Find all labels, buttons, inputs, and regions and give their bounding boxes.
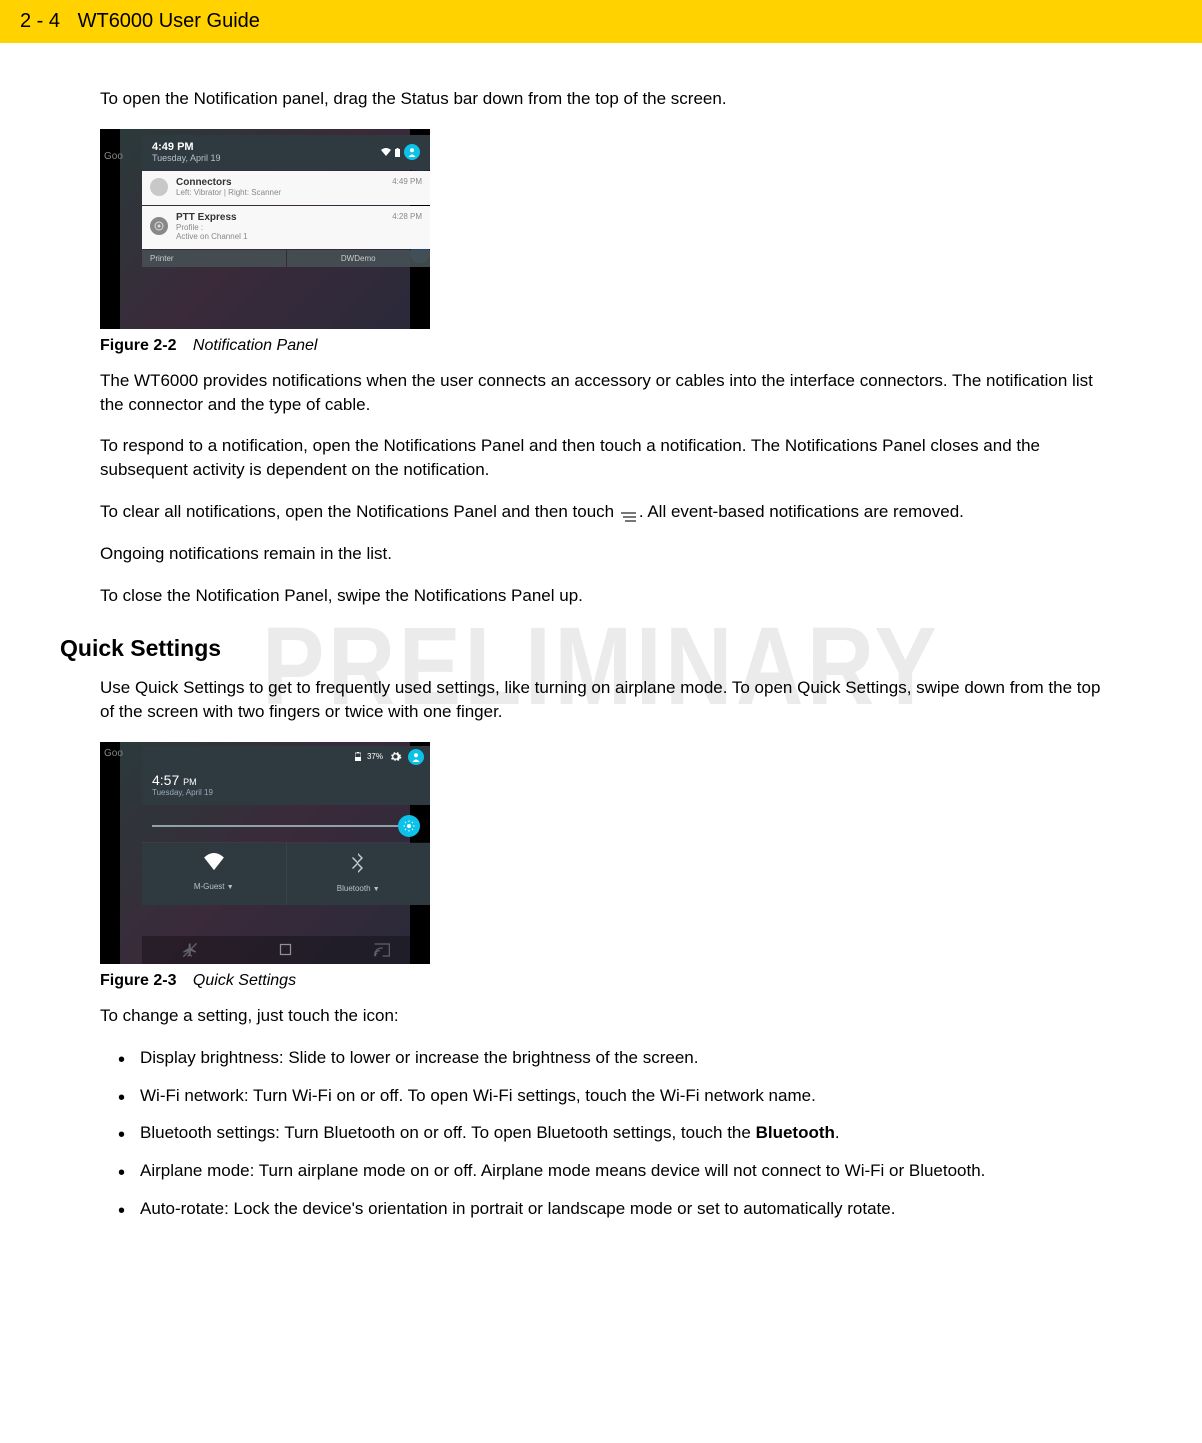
figure-number: Figure 2-2 <box>100 337 176 354</box>
left-edge-text: Goo <box>104 748 123 759</box>
section-title: Quick Settings <box>60 635 1142 662</box>
notif-subtitle: Active on Channel 1 <box>176 232 248 241</box>
list-item: Wi-Fi network: Turn Wi-Fi on or off. To … <box>140 1084 1102 1108</box>
notif-timestamp: 4:49 PM <box>392 177 422 186</box>
notif-title: Connectors <box>176 177 281 188</box>
paragraph: Use Quick Settings to get to frequently … <box>100 676 1102 724</box>
notification-icon <box>150 178 168 196</box>
chevron-down-icon: ▼ <box>227 884 234 891</box>
text: To clear all notifications, open the Not… <box>100 502 619 521</box>
page-header: 2 - 4 WT6000 User Guide <box>0 0 1202 43</box>
time: 4:57 <box>152 772 179 788</box>
bluetooth-icon <box>351 853 365 873</box>
text-bold: Bluetooth <box>756 1123 835 1142</box>
notification-item: Connectors Left: Vibrator | Right: Scann… <box>142 171 430 205</box>
user-badge-icon <box>404 144 420 160</box>
figure-notification-panel: Goo 4:49 PM Tuesday, April 19 <box>100 129 430 329</box>
brightness-slider <box>152 816 420 836</box>
figure-quick-settings: Goo 37% 4:57 PM Tuesday, April 19 <box>100 742 430 964</box>
figure-caption: Figure 2-3 Quick Settings <box>100 972 1102 990</box>
wifi-icon <box>381 148 391 156</box>
paragraph: To close the Notification Panel, swipe t… <box>100 584 1102 608</box>
notification-header: 4:49 PM Tuesday, April 19 <box>142 135 430 170</box>
quicksettings-topbar: 37% <box>142 746 430 768</box>
battery-icon <box>355 752 361 761</box>
settings-list: Display brightness: Slide to lower or in… <box>100 1046 1102 1221</box>
recent-apps-icon <box>278 942 293 957</box>
header-date: Tuesday, April 19 <box>152 153 221 163</box>
figure-caption: Figure 2-2 Notification Panel <box>100 337 1102 355</box>
clear-all-icon <box>619 506 639 518</box>
date: Tuesday, April 19 <box>152 788 420 797</box>
footer-left: Printer <box>142 250 286 267</box>
guide-title: WT6000 User Guide <box>78 10 260 33</box>
list-item: Auto-rotate: Lock the device's orientati… <box>140 1197 1102 1221</box>
intro-paragraph: To open the Notification panel, drag the… <box>100 87 1102 111</box>
quicksettings-time: 4:57 PM Tuesday, April 19 <box>142 768 430 805</box>
battery-text: 37% <box>367 752 383 761</box>
airplane-icon <box>182 942 198 958</box>
figure-title: Notification Panel <box>193 337 318 354</box>
figure-number: Figure 2-3 <box>100 972 176 989</box>
cast-icon <box>374 943 390 957</box>
gear-icon <box>389 750 402 763</box>
list-item: Bluetooth settings: Turn Bluetooth on or… <box>140 1121 1102 1145</box>
bluetooth-tile: Bluetooth ▼ <box>287 843 431 905</box>
ptt-icon <box>150 217 168 235</box>
text: . All event-based notifications are remo… <box>639 502 964 521</box>
notif-subtitle: Profile : <box>176 223 248 232</box>
time-suffix: PM <box>183 777 197 787</box>
paragraph: To change a setting, just touch the icon… <box>100 1004 1102 1028</box>
tile-label: Bluetooth <box>337 884 371 893</box>
text: . <box>835 1123 840 1142</box>
text: Bluetooth settings: Turn Bluetooth on or… <box>140 1123 756 1142</box>
paragraph: To clear all notifications, open the Not… <box>100 500 1102 524</box>
notif-subtitle: Left: Vibrator | Right: Scanner <box>176 188 281 197</box>
paragraph: To respond to a notification, open the N… <box>100 434 1102 482</box>
left-edge-text: Goo <box>104 151 123 162</box>
page-number: 2 - 4 <box>20 10 60 33</box>
chevron-down-icon: ▼ <box>373 886 380 893</box>
tile-label: M-Guest <box>194 882 225 891</box>
android-navbar <box>142 936 430 964</box>
paragraph: Ongoing notifications remain in the list… <box>100 542 1102 566</box>
header-time: 4:49 PM <box>152 141 221 153</box>
wifi-icon <box>203 853 225 871</box>
list-item: Airplane mode: Turn airplane mode on or … <box>140 1159 1102 1183</box>
brightness-icon <box>398 815 420 837</box>
paragraph: The WT6000 provides notifications when t… <box>100 369 1102 417</box>
notif-timestamp: 4:28 PM <box>392 212 422 221</box>
user-badge-icon <box>408 749 424 765</box>
figure-title: Quick Settings <box>193 972 296 989</box>
footer-right: DWDemo <box>287 250 431 267</box>
notification-footer: Printer DWDemo <box>142 250 430 267</box>
notification-item: PTT Express Profile : Active on Channel … <box>142 206 430 249</box>
battery-icon <box>395 148 400 157</box>
wifi-tile: M-Guest ▼ <box>142 843 287 905</box>
notif-title: PTT Express <box>176 212 248 223</box>
list-item: Display brightness: Slide to lower or in… <box>140 1046 1102 1070</box>
